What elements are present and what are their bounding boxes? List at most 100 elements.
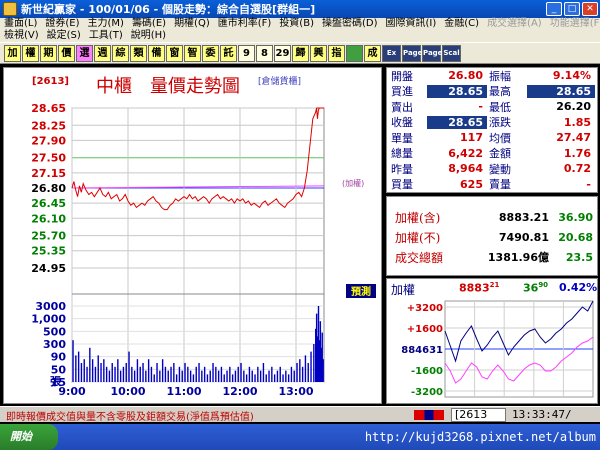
volume-bar [276,370,279,382]
quote-value: 0.72 [563,162,591,176]
menu-item[interactable]: 金融(C) [444,18,479,30]
volume-bar [117,359,119,382]
volume-bar [195,366,197,382]
toolbar-button[interactable]: 加 [4,44,21,62]
toolbar-button[interactable]: Scal [442,44,461,62]
toolbar-button[interactable]: 29 [274,44,291,62]
volume-bar [304,355,307,382]
quote-label: 開盤 [391,69,413,83]
menu-item[interactable]: 畫面(L) [4,18,37,30]
volume-bar [229,366,231,382]
mini-canvas: +3200 +1600 884631 -1600 -3200 [401,300,594,398]
mini-tick-label: +1600 [407,324,443,335]
volume-bar [296,363,298,382]
index-mini-chart[interactable]: 加權 888321 3690 0.42% +3200 +1600 884631 -16… [386,278,598,404]
menu-item[interactable]: 操盤密碼(D) [322,18,378,30]
menu-item[interactable]: 證券(E) [45,18,79,30]
menu-item[interactable]: 工具(T) [89,30,123,42]
toolbar-button[interactable]: 9 [238,44,255,62]
volume-tick-label: 3000 [35,300,66,313]
toolbar-button[interactable]: 期 [40,44,57,62]
menu-item[interactable]: 檢視(V) [4,30,39,42]
toolbar-button[interactable]: 託 [220,44,237,62]
quote-label: 漲跌 [489,116,511,130]
menu-item[interactable]: 投資(B) [279,18,314,30]
quote-value: 26.20 [556,100,591,114]
volume-bar [94,366,97,382]
volume-bar [103,359,105,382]
volume-bar [209,370,211,382]
close-button[interactable]: ✕ [582,2,598,16]
menu-item[interactable]: 說明(H) [131,30,166,42]
toolbar-button[interactable]: Page [422,44,442,62]
volume-bar [91,359,94,382]
toolbar-button[interactable]: 興 [310,44,327,62]
menu-item[interactable]: 主力(M) [88,18,124,30]
toolbar-button[interactable]: 價 [58,44,75,62]
stock-code-input[interactable]: [2613 [451,408,506,422]
volume-bar [105,366,108,382]
status-indicator [414,410,444,420]
menu-row-1: 畫面(L) 證券(E) 主力(M) 籌碼(E) 期權(Q) 匯市利率(F) 投資(B) 操盤密… [0,18,600,30]
toolbar-button[interactable]: 委 [202,44,219,62]
price-volume-chart[interactable]: [2613] 中櫃 量價走勢圖 [倉儲貨櫃] 28.65 28.25 27.90 27… [3,67,382,404]
volume-bar [203,366,206,382]
toolbar-button[interactable]: 8 [256,44,273,62]
maximize-button[interactable]: □ [564,2,580,16]
volume-bar [89,347,91,382]
quote-label: 單量 [391,131,413,145]
quote-value: 28.65 [427,84,487,98]
volume-bar [192,374,195,382]
index-row: 加權(不) 7490.81 20.68 [387,227,597,247]
menu-item[interactable]: 匯市利率(F) [218,18,272,30]
volume-bar [285,370,287,382]
menu-item[interactable]: 國際資訊(I) [386,18,437,30]
price-tick-label: 26.45 [31,197,66,210]
toolbar-button[interactable]: 成 [364,44,381,62]
toolbar-button[interactable]: 智 [184,44,201,62]
toolbar-button[interactable]: 綜 [112,44,129,62]
volume-tick-label: 1,000 [31,313,66,326]
time-tick-label: 11:00 [166,385,201,398]
menu-item[interactable]: 籌碼(E) [132,18,166,30]
toolbar-button[interactable]: Ex [382,44,401,62]
volume-unit: 張 [50,375,62,388]
volume-bar [122,366,125,382]
volume-bar [265,374,267,382]
volume-bar [268,370,270,382]
toolbar-button[interactable]: 指 [328,44,345,62]
toolbar-button[interactable]: 備 [148,44,165,62]
volume-bar [322,359,324,382]
price-line [71,107,324,211]
menu-item[interactable]: 成交選擇(A) [487,18,542,30]
volume-bar [310,351,312,382]
toolbar-button[interactable]: 權 [22,44,39,62]
minimize-button[interactable]: _ [546,2,562,16]
chart-canvas: 28.65 28.25 27.90 27.50 27.15 26.80 26.45 26.10… [31,102,376,398]
start-button[interactable]: 開始 [0,424,58,450]
toolbar-button[interactable] [346,44,363,62]
quote-row: 買進 28.65 最高 28.65 [387,84,597,100]
toolbar-button[interactable]: Page [402,44,422,62]
volume-bar [206,374,209,382]
toolbar-button[interactable]: 週 [94,44,111,62]
volume-tick-label: 500 [43,325,66,338]
quote-value: 26.80 [448,69,483,83]
volume-bar [189,370,192,382]
menu-item[interactable]: 期權(Q) [174,18,210,30]
toolbar-button[interactable]: 類 [130,44,147,62]
toolbar-button[interactable]: 選 [76,44,93,62]
quote-label: 變動 [489,162,511,176]
volume-bar [184,363,186,382]
volume-bar [86,366,88,382]
quote-value: - [478,100,483,114]
clock: 13:33:47/ [512,408,572,421]
toolbar-button[interactable]: 窗 [166,44,183,62]
menu-item[interactable]: 設定(S) [47,30,81,42]
quote-panel: 開盤 26.80 振幅 9.14% 買進 28.65 最高 28.65 賣出 - 最低 26.20 收盤… [386,67,598,193]
menu-item[interactable]: 功能選擇(F) [550,18,600,30]
volume-bar [237,366,239,382]
volume-bar [313,344,315,382]
toolbar-button[interactable]: 歸 [292,44,309,62]
volume-bar [178,366,181,382]
